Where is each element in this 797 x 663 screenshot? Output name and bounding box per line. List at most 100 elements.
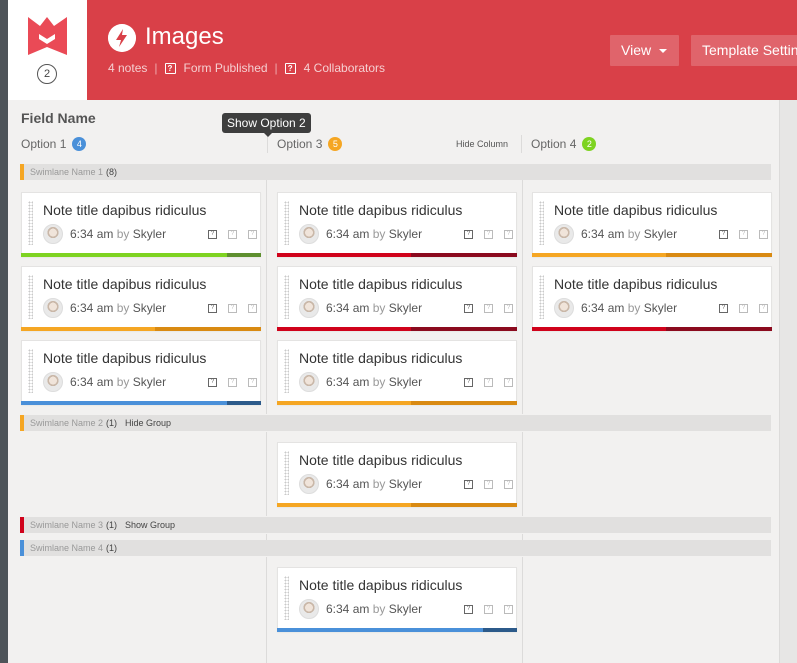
- header: 2 Images 4 notes | ? Form Published | ? …: [8, 0, 797, 100]
- note-card[interactable]: Note title dapibus ridiculus 6:34 am by …: [277, 567, 517, 632]
- help-box-icon[interactable]: ?: [739, 230, 748, 239]
- status-bar: [277, 628, 517, 632]
- drag-handle-icon[interactable]: [284, 451, 289, 495]
- swimlane-header-1[interactable]: Swimlane Name 1 (8): [20, 164, 771, 180]
- scrollbar-track[interactable]: [779, 100, 797, 663]
- note-author: Skyler: [388, 301, 423, 315]
- form-status[interactable]: Form Published: [184, 61, 268, 75]
- hide-column-link[interactable]: Hide Column: [456, 139, 508, 149]
- note-time: 6:34 am: [581, 301, 625, 315]
- help-box-icon[interactable]: ?: [248, 304, 257, 313]
- help-box-icon[interactable]: ?: [759, 304, 768, 313]
- note-by: by: [116, 301, 130, 315]
- note-card[interactable]: Note title dapibus ridiculus 6:34 am by …: [277, 266, 517, 331]
- hide-group-link[interactable]: Hide Group: [125, 418, 171, 428]
- help-box-icon[interactable]: ?: [504, 480, 513, 489]
- help-box-icon[interactable]: ?: [504, 304, 513, 313]
- note-by: by: [627, 301, 641, 315]
- drag-handle-icon[interactable]: [539, 275, 544, 319]
- note-title: Note title dapibus ridiculus: [43, 202, 207, 218]
- swimlane-count: (8): [106, 167, 118, 177]
- note-card[interactable]: Note title dapibus ridiculus 6:34 am by …: [532, 192, 772, 257]
- note-title: Note title dapibus ridiculus: [299, 577, 463, 593]
- drag-handle-icon[interactable]: [284, 349, 289, 393]
- avatar: [299, 372, 319, 392]
- drag-handle-icon[interactable]: [284, 201, 289, 245]
- note-title: Note title dapibus ridiculus: [554, 202, 718, 218]
- help-box-icon[interactable]: ?: [504, 378, 513, 387]
- help-box-icon[interactable]: ?: [464, 304, 473, 313]
- template-settings-button[interactable]: Template Settings: [691, 35, 797, 66]
- logo-box[interactable]: 2: [8, 0, 87, 100]
- help-box-icon[interactable]: ?: [504, 230, 513, 239]
- note-actions: ???: [208, 230, 268, 239]
- column-header-option-3[interactable]: Option 3 5: [277, 137, 343, 151]
- drag-handle-icon[interactable]: [284, 576, 289, 620]
- drag-handle-icon[interactable]: [539, 201, 544, 245]
- help-box-icon[interactable]: ?: [739, 304, 748, 313]
- swimlane-color-marker: [20, 540, 24, 556]
- note-author: Skyler: [643, 227, 678, 241]
- help-box-icon[interactable]: ?: [464, 480, 473, 489]
- column-header-option-1[interactable]: Option 1 4: [21, 137, 87, 151]
- help-box-icon[interactable]: ?: [228, 378, 237, 387]
- note-card[interactable]: Note title dapibus ridiculus 6:34 am by …: [277, 340, 517, 405]
- help-box-icon[interactable]: ?: [228, 304, 237, 313]
- note-title: Note title dapibus ridiculus: [299, 202, 463, 218]
- drag-handle-icon[interactable]: [28, 201, 33, 245]
- note-card[interactable]: Note title dapibus ridiculus 6:34 am by …: [277, 192, 517, 257]
- note-title: Note title dapibus ridiculus: [299, 276, 463, 292]
- note-card[interactable]: Note title dapibus ridiculus 6:34 am by …: [532, 266, 772, 331]
- swimlane-header-4[interactable]: Swimlane Name 4 (1): [20, 540, 771, 556]
- column-divider[interactable]: [267, 135, 268, 153]
- help-box-icon[interactable]: ?: [248, 230, 257, 239]
- help-box-icon[interactable]: ?: [464, 378, 473, 387]
- drag-handle-icon[interactable]: [28, 349, 33, 393]
- drag-handle-icon[interactable]: [28, 275, 33, 319]
- help-box-icon[interactable]: ?: [719, 230, 728, 239]
- swimlane-count: (1): [106, 520, 118, 530]
- note-meta: 6:34 am by Skyler: [70, 301, 166, 315]
- note-actions: ???: [208, 304, 268, 313]
- note-author: Skyler: [388, 602, 423, 616]
- help-box-icon[interactable]: ?: [484, 230, 493, 239]
- help-box-icon[interactable]: ?: [484, 605, 493, 614]
- note-card[interactable]: Note title dapibus ridiculus 6:34 am by …: [21, 192, 261, 257]
- help-box-icon[interactable]: ?: [208, 304, 217, 313]
- note-card[interactable]: Note title dapibus ridiculus 6:34 am by …: [21, 340, 261, 405]
- note-time: 6:34 am: [326, 602, 370, 616]
- column-count-badge: 5: [328, 137, 343, 151]
- note-card[interactable]: Note title dapibus ridiculus 6:34 am by …: [21, 266, 261, 331]
- help-box-icon[interactable]: ?: [719, 304, 728, 313]
- note-actions: ???: [464, 605, 524, 614]
- status-bar: [277, 401, 517, 405]
- note-author: Skyler: [388, 227, 423, 241]
- note-title: Note title dapibus ridiculus: [299, 452, 463, 468]
- note-meta: 6:34 am by Skyler: [70, 375, 166, 389]
- help-box-icon[interactable]: ?: [464, 230, 473, 239]
- column-header-option-4[interactable]: Option 4 2: [531, 137, 597, 151]
- collaborators-link[interactable]: 4 Collaborators: [304, 61, 385, 75]
- help-box-icon[interactable]: ?: [504, 605, 513, 614]
- view-button[interactable]: View: [610, 35, 679, 66]
- status-bar: [277, 503, 517, 507]
- help-box-icon[interactable]: ?: [759, 230, 768, 239]
- note-title: Note title dapibus ridiculus: [554, 276, 718, 292]
- show-group-link[interactable]: Show Group: [125, 520, 175, 530]
- help-box-icon[interactable]: ?: [208, 378, 217, 387]
- page-title: Images: [145, 23, 224, 50]
- drag-handle-icon[interactable]: [284, 275, 289, 319]
- help-box-icon[interactable]: ?: [484, 304, 493, 313]
- help-box-icon[interactable]: ?: [208, 230, 217, 239]
- help-box-icon[interactable]: ?: [248, 378, 257, 387]
- help-box-icon[interactable]: ?: [484, 480, 493, 489]
- help-box-icon[interactable]: ?: [484, 378, 493, 387]
- swimlane-header-3[interactable]: Swimlane Name 3 (1) Show Group: [20, 517, 771, 533]
- column-divider[interactable]: [521, 135, 522, 153]
- note-card[interactable]: Note title dapibus ridiculus 6:34 am by …: [277, 442, 517, 507]
- note-by: by: [372, 375, 386, 389]
- swimlane-header-2[interactable]: Swimlane Name 2 (1) Hide Group: [20, 415, 771, 431]
- note-meta: 6:34 am by Skyler: [326, 375, 422, 389]
- help-box-icon[interactable]: ?: [464, 605, 473, 614]
- help-box-icon[interactable]: ?: [228, 230, 237, 239]
